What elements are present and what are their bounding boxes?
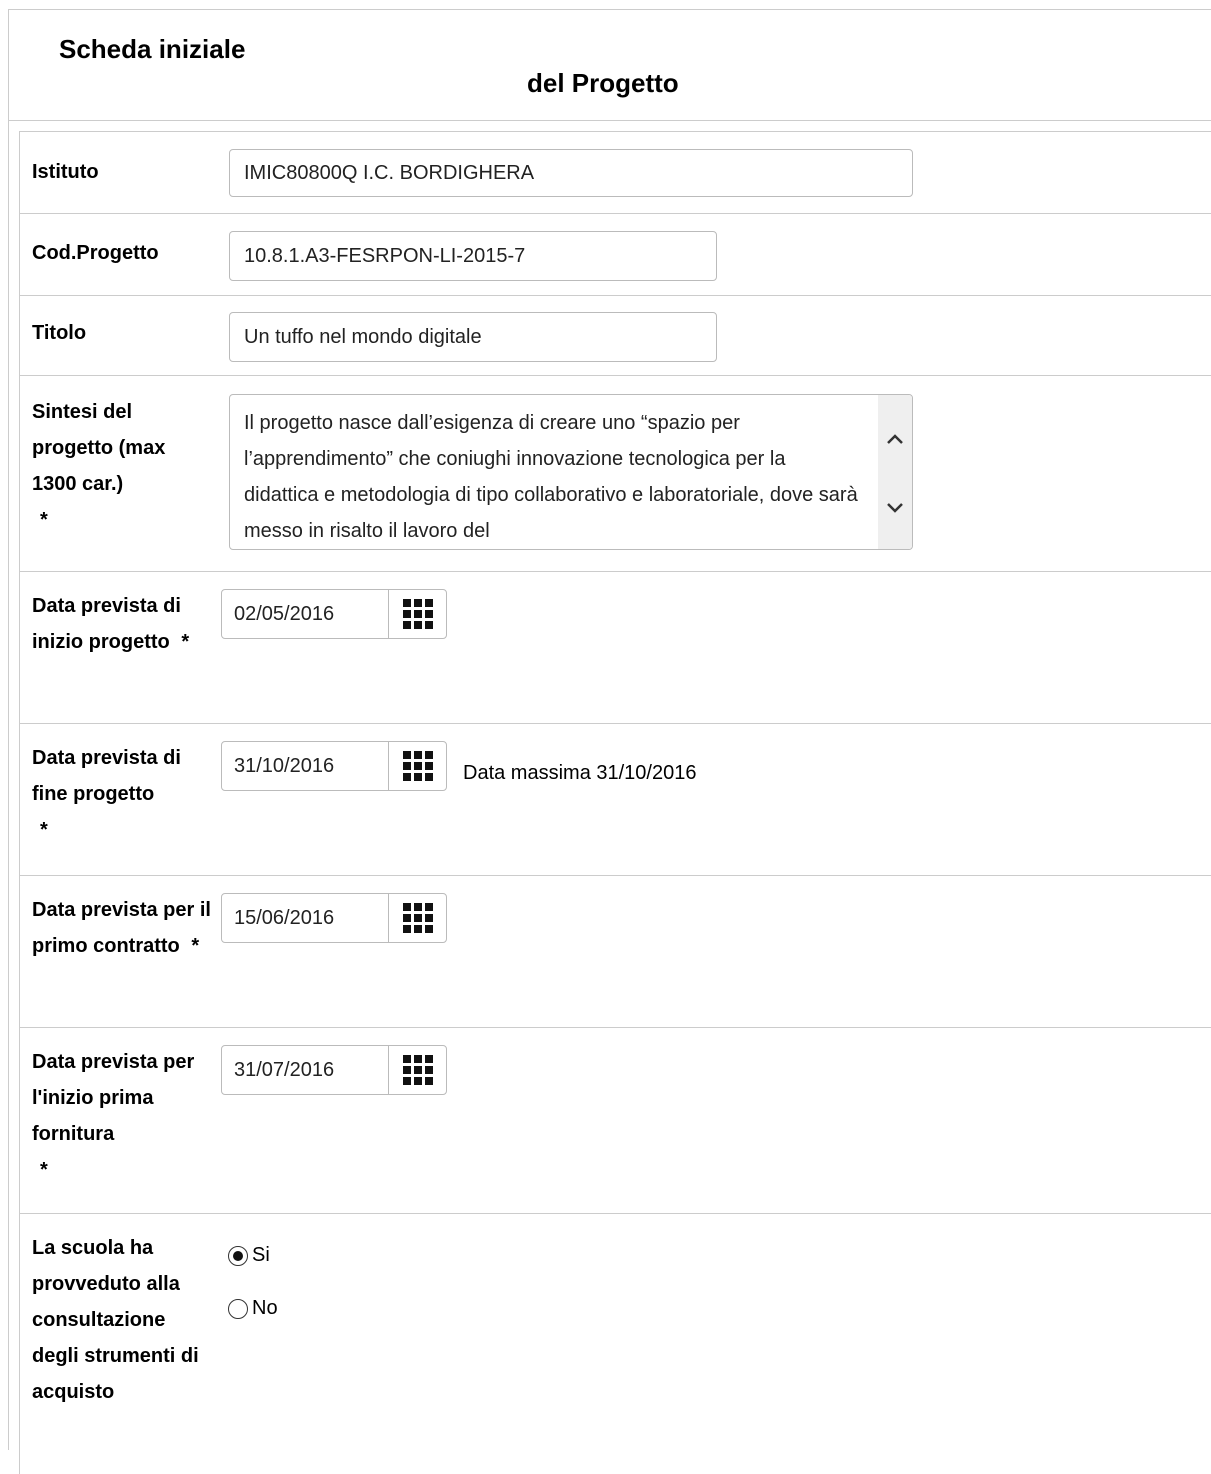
- row-data-contratto: Data prevista per il primo contratto * 1…: [20, 876, 1211, 1028]
- calendar-grid-icon[interactable]: [389, 742, 446, 790]
- radio-selected-dot: [233, 1250, 243, 1261]
- data-fine-label: Data prevista di fine progetto *: [32, 740, 212, 848]
- radio-label-si: Si: [252, 1244, 270, 1266]
- row-istituto: Istituto: [20, 132, 1211, 214]
- chevron-down-icon[interactable]: [878, 491, 912, 525]
- data-contratto-label: Data prevista per il primo contratto *: [32, 892, 212, 964]
- page-title-line2: del Progetto: [527, 68, 679, 98]
- data-inizio-input[interactable]: 02/05/2016: [222, 590, 389, 638]
- data-contratto-field: 15/06/2016: [221, 893, 447, 943]
- radio-button-no[interactable]: [228, 1298, 248, 1319]
- project-form: Istituto Cod.Progetto Titolo Sintesi del…: [19, 131, 1211, 1474]
- cod-progetto-input[interactable]: [229, 231, 717, 281]
- data-fine-field: 31/10/2016: [221, 741, 447, 791]
- sintesi-label: Sintesi del progetto (max 1300 car.) *: [32, 394, 212, 538]
- data-fornitura-label-text: Data prevista per l'inizio prima fornitu…: [32, 1051, 195, 1145]
- data-inizio-field: 02/05/2016: [221, 589, 447, 639]
- data-fornitura-field: 31/07/2016: [221, 1045, 447, 1095]
- page-title-line1: Scheda iniziale: [59, 34, 246, 64]
- calendar-grid-icon[interactable]: [389, 1046, 446, 1094]
- istituto-input[interactable]: [229, 149, 913, 197]
- required-mark: *: [181, 631, 190, 653]
- data-fine-note: Data massima 31/10/2016: [463, 762, 697, 784]
- chevron-up-icon[interactable]: [878, 422, 912, 456]
- row-data-fine: Data prevista di fine progetto * 31/10/2…: [20, 724, 1211, 876]
- calendar-grid-icon[interactable]: [389, 894, 446, 942]
- radio-option-si[interactable]: Si: [228, 1244, 270, 1267]
- row-consultazione: La scuola ha provveduto alla consultazio…: [20, 1214, 1211, 1474]
- row-data-fornitura: Data prevista per l'inizio prima fornitu…: [20, 1028, 1211, 1214]
- row-sintesi: Sintesi del progetto (max 1300 car.) * I…: [20, 376, 1211, 572]
- required-mark: *: [191, 935, 200, 957]
- sintesi-textarea[interactable]: Il progetto nasce dall’esigenza di crear…: [229, 394, 913, 550]
- data-fornitura-input[interactable]: 31/07/2016: [222, 1046, 389, 1094]
- row-titolo: Titolo: [20, 296, 1211, 376]
- data-contratto-input[interactable]: 15/06/2016: [222, 894, 389, 942]
- required-mark: *: [40, 819, 48, 841]
- titolo-label: Titolo: [32, 322, 87, 344]
- row-data-inizio: Data prevista di inizio progetto * 02/05…: [20, 572, 1211, 724]
- radio-option-no[interactable]: No: [228, 1297, 278, 1320]
- cod-progetto-label: Cod.Progetto: [32, 242, 159, 264]
- data-fornitura-label: Data prevista per l'inizio prima fornitu…: [32, 1044, 212, 1188]
- radio-button-si[interactable]: [228, 1245, 248, 1266]
- radio-label-no: No: [252, 1297, 278, 1319]
- row-cod-progetto: Cod.Progetto: [20, 214, 1211, 296]
- istituto-label: Istituto: [32, 161, 99, 183]
- data-fine-label-text: Data prevista di fine progetto: [32, 747, 181, 805]
- sintesi-scrollbar[interactable]: [878, 395, 912, 549]
- page-header: Scheda iniziale del Progetto: [9, 10, 1211, 121]
- data-fine-input[interactable]: 31/10/2016: [222, 742, 389, 790]
- sintesi-text: Il progetto nasce dall’esigenza di crear…: [244, 412, 858, 542]
- data-inizio-label: Data prevista di inizio progetto *: [32, 588, 212, 660]
- page-frame: Scheda iniziale del Progetto Istituto Co…: [8, 9, 1211, 1474]
- required-mark: *: [40, 509, 48, 531]
- sintesi-label-text: Sintesi del progetto (max 1300 car.): [32, 401, 166, 495]
- consultazione-label: La scuola ha provveduto alla consultazio…: [32, 1237, 199, 1403]
- titolo-input[interactable]: [229, 312, 717, 362]
- calendar-grid-icon[interactable]: [389, 590, 446, 638]
- required-mark: *: [40, 1159, 48, 1181]
- data-inizio-label-text: Data prevista di inizio progetto: [32, 595, 181, 653]
